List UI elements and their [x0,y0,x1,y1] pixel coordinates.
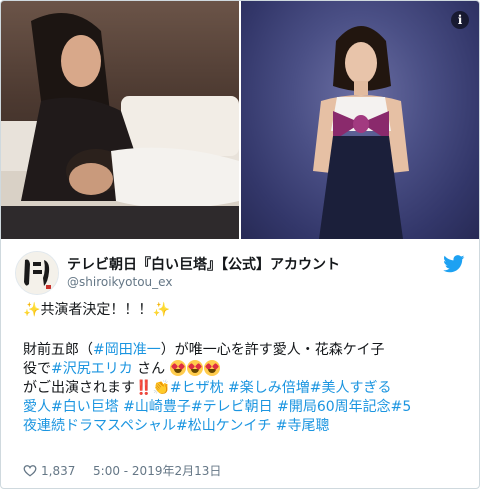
tweet-line-3: がご出演されます‼️👏#ヒザ枕 #楽しみ倍増#美人すぎる [23,379,471,398]
heart-eyes-emoji [186,360,203,376]
avatar[interactable] [15,251,59,295]
tweet-footer: 1,837 5:00 - 2019年2月13日 [23,462,221,479]
heart-icon[interactable] [23,464,37,477]
user-handle[interactable]: @shiroikyotou_ex [67,275,172,289]
clapping-hands-emoji: 👏 [152,380,170,396]
tweet-headline: 共演者決定！！！ [40,302,153,318]
text-fragment: がご出演されます [23,380,135,396]
heart-eyes-emoji [169,360,186,376]
hashtag-link[interactable]: #岡田准一 [93,342,161,358]
text-fragment: ）が唯一心を許す愛人・花森ケイ子 [160,342,385,358]
photo-right-drawing [313,26,409,239]
avatar-logo [16,252,58,294]
text-fragment: 役で [23,361,51,377]
sparkles-icon: ✨ [23,302,41,318]
hashtag-link[interactable]: 夜連続ドラマスペシャル#松山ケンイチ #寺尾聰 [23,418,330,434]
embedded-tweet-card: i テレビ朝日『白い巨塔』【公式】アカウント @shiroikyotou_ex … [0,0,480,489]
tweet-line-4: 愛人#白い巨塔 #山崎豊子#テレビ朝日 #開局60周年記念#5 [23,398,471,417]
tweet-media[interactable]: i [1,1,479,239]
tweet-body: 財前五郎（#岡田准一）が唯一心を許す愛人・花森ケイ子 役で#沢尻エリカ さん が… [23,341,471,436]
text-fragment: 財前五郎（ [23,342,93,358]
tweet-line-2: 役で#沢尻エリカ さん [23,360,471,379]
like-count[interactable]: 1,837 [41,464,75,478]
heart-eyes-emoji [203,360,220,376]
info-icon[interactable]: i [451,11,469,29]
tweet-line-5: 夜連続ドラマスペシャル#松山ケンイチ #寺尾聰 [23,417,471,436]
tweet-line-1: 財前五郎（#岡田准一）が唯一心を許す愛人・花森ケイ子 [23,341,471,360]
hashtag-link[interactable]: #ヒザ枕 #楽しみ倍増#美人すぎる [170,380,392,396]
tweet-text: ✨共演者決定！！！✨ 財前五郎（#岡田准一）が唯一心を許す愛人・花森ケイ子 役で… [23,301,471,436]
tweet-headline-line: ✨共演者決定！！！✨ [23,301,471,320]
photo-right[interactable]: i [241,1,479,239]
display-name[interactable]: テレビ朝日『白い巨塔』【公式】アカウント [67,254,340,274]
text-fragment: さん [132,361,166,377]
sparkles-icon: ✨ [152,302,170,318]
photo-left-drawing [1,13,239,239]
double-exclamation-emoji: ‼️ [135,380,153,396]
twitter-bird-icon[interactable] [443,255,465,273]
photo-left[interactable] [1,1,239,239]
hashtag-link[interactable]: #沢尻エリカ [51,361,133,377]
hashtag-link[interactable]: 愛人#白い巨塔 #山崎豊子#テレビ朝日 #開局60周年記念#5 [23,399,411,415]
tweet-header: テレビ朝日『白い巨塔』【公式】アカウント @shiroikyotou_ex [15,251,467,295]
tweet-timestamp[interactable]: 5:00 - 2019年2月13日 [93,464,221,478]
